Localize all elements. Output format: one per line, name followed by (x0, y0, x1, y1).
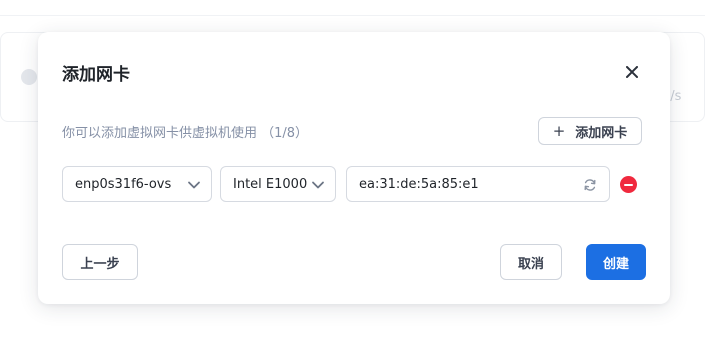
cancel-button[interactable]: 取消 (500, 244, 562, 280)
refresh-icon[interactable] (583, 178, 597, 192)
dialog-title: 添加网卡 (62, 65, 130, 85)
add-nic-button[interactable]: + 添加网卡 (538, 117, 642, 145)
previous-step-button[interactable]: 上一步 (62, 244, 138, 280)
close-icon (626, 66, 638, 78)
nic-model-select-value: Intel E1000 (233, 176, 308, 192)
mac-address-value: ea:31:de:5a:85:e1 (359, 176, 479, 192)
remove-nic-button[interactable] (620, 176, 637, 193)
network-select[interactable]: enp0s31f6-ovs (62, 166, 212, 202)
minus-circle-icon (624, 183, 633, 186)
create-button[interactable]: 创建 (586, 244, 646, 280)
chevron-down-icon (312, 181, 324, 189)
add-nic-button-label: 添加网卡 (575, 125, 628, 141)
background-header (0, 0, 705, 16)
mac-address-input[interactable]: ea:31:de:5a:85:e1 (346, 166, 610, 202)
network-select-value: enp0s31f6-ovs (75, 176, 172, 192)
chevron-down-icon (188, 181, 200, 189)
close-button[interactable] (621, 61, 643, 83)
add-nic-dialog: 添加网卡 你可以添加虚拟网卡供虚拟机使用 （1/8） + 添加网卡 enp0s3… (38, 32, 670, 304)
plus-icon: + (552, 122, 566, 140)
background-status-dot (21, 69, 37, 85)
nic-model-select[interactable]: Intel E1000 (220, 166, 336, 202)
nic-hint-text: 你可以添加虚拟网卡供虚拟机使用 （1/8） (62, 126, 309, 141)
